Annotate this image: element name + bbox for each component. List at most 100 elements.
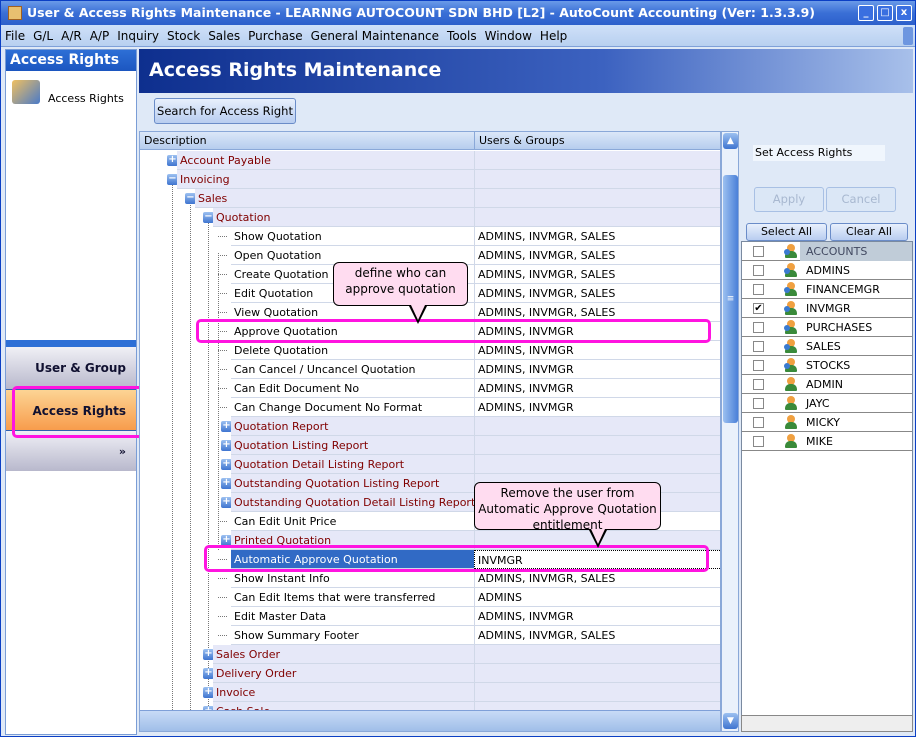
user-checkbox[interactable] (753, 246, 764, 257)
tree-connector (218, 255, 227, 256)
table-row[interactable]: Can Edit Document No ADMINS, INVMGR (140, 379, 720, 398)
table-row[interactable]: + Quotation Listing Report (140, 436, 720, 455)
apply-button[interactable]: Apply (754, 187, 824, 212)
row-users-groups[interactable]: ADMINS, INVMGR (474, 379, 720, 398)
table-row[interactable]: Can Edit Items that were transferred ADMI… (140, 588, 720, 607)
scroll-down-icon[interactable]: ▼ (723, 713, 738, 729)
row-users-groups[interactable]: ADMINS, INVMGR, SALES (474, 626, 720, 645)
menu-inquiry[interactable]: Inquiry (113, 25, 163, 47)
users-list-horizontal-scrollbar[interactable] (741, 715, 913, 732)
menu-purchase[interactable]: Purchase (244, 25, 307, 47)
user-checkbox[interactable]: ✔ (753, 303, 764, 314)
table-row[interactable]: Show Quotation ADMINS, INVMGR, SALES (140, 227, 720, 246)
menu-general-maintenance[interactable]: General Maintenance (307, 25, 443, 47)
row-users-groups[interactable] (474, 683, 720, 702)
list-item[interactable]: ADMINS (742, 261, 912, 280)
clear-all-button[interactable]: Clear All (830, 223, 908, 241)
menu-overflow-chevron-icon[interactable] (903, 27, 913, 45)
column-description[interactable]: Description (144, 132, 207, 150)
row-users-groups[interactable] (474, 170, 720, 189)
row-users-groups[interactable]: ADMINS, INVMGR (474, 398, 720, 417)
minimize-button[interactable]: _ (858, 5, 874, 21)
row-users-groups[interactable]: ADMINS, INVMGR, SALES (474, 265, 720, 284)
menu-a-p[interactable]: A/P (86, 25, 114, 47)
list-item[interactable]: PURCHASES (742, 318, 912, 337)
column-users-groups[interactable]: Users & Groups (474, 132, 565, 150)
nav-user-group[interactable]: User & Group (6, 347, 136, 389)
list-item[interactable]: MIKE (742, 432, 912, 451)
menu-file[interactable]: File (1, 25, 29, 47)
table-row[interactable]: Show Summary Footer ADMINS, INVMGR, SALES (140, 626, 720, 645)
user-checkbox[interactable] (753, 265, 764, 276)
user-checkbox[interactable] (753, 322, 764, 333)
scroll-up-icon[interactable]: ▲ (723, 133, 738, 149)
user-checkbox[interactable] (753, 417, 764, 428)
list-item[interactable]: ✔ INVMGR (742, 299, 912, 318)
user-group-icon (784, 320, 798, 335)
cancel-button[interactable]: Cancel (826, 187, 896, 212)
row-users-groups[interactable] (474, 436, 720, 455)
row-users-groups[interactable]: ADMINS, INVMGR, SALES (474, 284, 720, 303)
menu-tools[interactable]: Tools (443, 25, 481, 47)
search-access-right-button[interactable]: Search for Access Right (154, 98, 296, 124)
user-checkbox[interactable] (753, 341, 764, 352)
close-button[interactable]: x (896, 5, 912, 21)
list-item[interactable]: STOCKS (742, 356, 912, 375)
row-users-groups[interactable] (474, 455, 720, 474)
list-item[interactable]: SALES (742, 337, 912, 356)
row-users-groups[interactable]: ADMINS, INVMGR (474, 607, 720, 626)
row-description: Show Quotation (231, 227, 474, 246)
table-row[interactable]: + Invoice (140, 683, 720, 702)
list-item[interactable]: MICKY (742, 413, 912, 432)
table-row[interactable]: +Cash Sale (140, 702, 720, 710)
table-row[interactable]: + Delivery Order (140, 664, 720, 683)
select-all-button[interactable]: Select All (746, 223, 827, 241)
window-title: User & Access Rights Maintenance - LEARN… (27, 5, 816, 20)
pane-splitter-grip[interactable] (6, 340, 136, 347)
row-users-groups[interactable] (474, 645, 720, 664)
table-row[interactable]: Delete Quotation ADMINS, INVMGR (140, 341, 720, 360)
horizontal-scrollbar[interactable] (140, 710, 720, 731)
table-row[interactable]: Can Cancel / Uncancel Quotation ADMINS, I… (140, 360, 720, 379)
table-row[interactable]: Can Change Document No Format ADMINS, INV… (140, 398, 720, 417)
table-row[interactable]: + Sales Order (140, 645, 720, 664)
list-item[interactable]: ADMIN (742, 375, 912, 394)
user-checkbox[interactable] (753, 398, 764, 409)
table-row[interactable]: + Quotation Detail Listing Report (140, 455, 720, 474)
menu-sales[interactable]: Sales (204, 25, 244, 47)
row-users-groups[interactable] (474, 189, 720, 208)
table-row[interactable]: + Quotation Report (140, 417, 720, 436)
row-users-groups[interactable]: ADMINS, INVMGR (474, 360, 720, 379)
table-row[interactable]: − Sales (140, 189, 720, 208)
list-item[interactable]: ACCOUNTS (742, 242, 912, 261)
maximize-button[interactable]: □ (877, 5, 893, 21)
row-users-groups[interactable]: ADMINS, INVMGR, SALES (474, 246, 720, 265)
table-row[interactable]: − Invoicing (140, 170, 720, 189)
menu-help[interactable]: Help (536, 25, 571, 47)
row-users-groups[interactable]: ADMINS, INVMGR (474, 341, 720, 360)
menu-g-l[interactable]: G/L (29, 25, 57, 47)
row-users-groups[interactable] (474, 208, 720, 227)
user-checkbox[interactable] (753, 284, 764, 295)
row-users-groups[interactable] (474, 664, 720, 683)
row-users-groups[interactable] (474, 702, 720, 710)
app-window: User & Access Rights Maintenance - LEARN… (0, 0, 916, 737)
menu-window[interactable]: Window (481, 25, 536, 47)
row-users-groups[interactable] (474, 417, 720, 436)
table-row[interactable]: + Account Payable (140, 151, 720, 170)
row-users-groups[interactable]: ADMINS (474, 588, 720, 607)
menu-a-r[interactable]: A/R (57, 25, 86, 47)
row-users-groups[interactable] (474, 151, 720, 170)
vertical-scrollbar[interactable]: ▲ ≡ ▼ (721, 131, 739, 732)
list-item[interactable]: JAYC (742, 394, 912, 413)
scroll-thumb[interactable]: ≡ (723, 175, 738, 423)
row-users-groups[interactable]: ADMINS, INVMGR, SALES (474, 227, 720, 246)
menu-stock[interactable]: Stock (163, 25, 204, 47)
table-row[interactable]: − Quotation (140, 208, 720, 227)
tree-connector (218, 388, 227, 389)
user-checkbox[interactable] (753, 360, 764, 371)
list-item[interactable]: FINANCEMGR (742, 280, 912, 299)
user-checkbox[interactable] (753, 379, 764, 390)
table-row[interactable]: Edit Master Data ADMINS, INVMGR (140, 607, 720, 626)
user-checkbox[interactable] (753, 436, 764, 447)
